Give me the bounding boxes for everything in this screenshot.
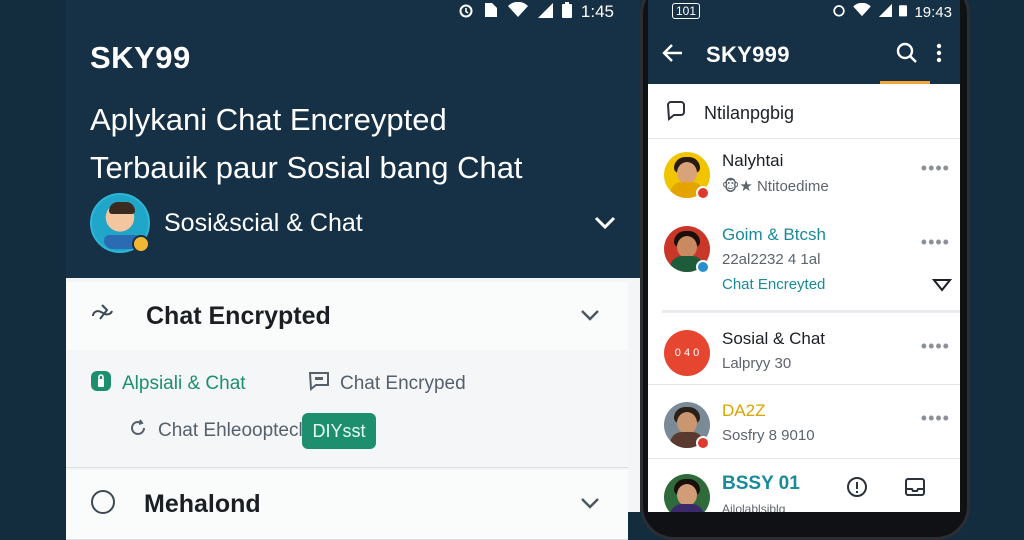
chevron-down-icon[interactable] [580,496,600,514]
account-label: Sosi&scial & Chat [164,208,363,237]
phone-status-bar: 101 19:43 [648,0,960,26]
more-horiz-icon[interactable]: •••• [921,336,950,357]
phone-screen: 101 19:43 SKY999 Ntilanpgbig Nalyhtai 🐵★… [648,0,960,512]
more-vert-icon[interactable] [936,43,942,68]
option-chat-encrypted[interactable]: Chat Encryped [308,370,466,398]
filter-row[interactable]: Ntilanpgbig [648,88,960,138]
shield-icon [90,370,112,398]
subtitle-line-2: Terbauik paur Sosial bang Chat [90,150,523,185]
refresh-icon [128,418,148,444]
alarm-icon [832,3,846,21]
avatar-label: 0 4 0 [674,347,700,359]
chat-list-item[interactable]: Nalyhtai 🐵★ Ntitoedime •••• [648,144,960,218]
app-title: SKY99 [90,40,191,75]
chevron-down-icon[interactable] [580,308,600,326]
toolbar-title: SKY999 [706,42,790,67]
more-horiz-icon[interactable]: •••• [921,408,950,429]
avatar [664,474,710,512]
message-icon [308,370,330,398]
header: SKY99 Aplykani Chat Encreypted Terbauik … [90,40,610,192]
chat-date: 22al2232 4 1al [722,251,821,268]
status-time: 1:45 [580,2,614,21]
subtitle: Aplykani Chat Encreypted Terbauik paur S… [90,96,610,192]
section-label: Chat Encrypted [146,302,331,330]
tab-indicator [880,81,930,84]
option-label: Chat Ehleooptecl [158,420,303,441]
status-left: 101 [672,3,701,19]
chat-list-item[interactable]: BSSY 01 Ailolablsiblg [648,466,960,512]
chat-name: Nalyhtai [722,151,784,170]
chat-preview: Sosfry 8 9010 [722,427,815,444]
chat-list-item[interactable]: DA2Z Sosfry 8 9010 •••• [648,394,960,468]
back-arrow-icon[interactable] [662,43,684,68]
filter-label: Ntilanpgbig [704,102,795,123]
inbox-icon[interactable] [904,476,926,503]
status-dot [696,260,710,274]
option-label: Alpsiali & Chat [122,373,246,394]
file-icon [483,2,499,23]
account-selector[interactable]: Sosi&scial & Chat [90,192,616,254]
avatar: 0 4 0 [664,330,710,376]
chat-name: Sosial & Chat [722,329,825,348]
option-social-chat[interactable]: Alpsiali & Chat [90,370,246,398]
chat-name: Goim & Btcsh [722,225,826,244]
options-panel: Alpsiali & Chat Chat Encryped Chat Ehleo… [66,350,628,468]
settings-body: Chat Encrypted Alpsiali & Chat Chat Encr… [66,278,640,540]
chat-list-item[interactable]: Goim & Btcsh 22al2232 4 1al Chat Encreyt… [648,218,960,308]
section-chat-encrypted[interactable]: Chat Encrypted [66,282,628,352]
wifi-icon [853,2,872,21]
phone-toolbar: SKY999 [648,26,960,84]
signal-icon [537,2,553,23]
chat-name: BSSY 01 [722,473,800,494]
chat-tag: Chat Encreyted [722,276,826,293]
section-label: Mehalond [144,490,261,518]
chevron-down-icon[interactable] [594,216,616,230]
option-chat-other[interactable]: Chat Ehleooptecl [128,418,303,444]
chat-icon [666,100,686,126]
divider [648,384,960,385]
option-label: Chat Encryped [340,373,466,394]
chat-preview: Ailolablsiblg [722,502,786,512]
section-mehalond[interactable]: Mehalond [66,470,628,540]
status-dot [696,186,710,200]
alarm-icon [458,2,474,23]
battery-icon [899,3,908,21]
divider [648,458,960,459]
more-horiz-icon[interactable]: •••• [921,158,950,179]
action-chip[interactable]: DIYsst [302,413,376,449]
dropdown-triangle-icon[interactable] [931,278,953,297]
search-icon[interactable] [896,42,918,69]
more-horiz-icon[interactable]: •••• [921,232,950,253]
divider [648,138,960,139]
chat-name: DA2Z [722,401,766,420]
avatar [90,193,150,253]
left-panel: 1:45 SKY99 Aplykani Chat Encreypted Terb… [66,0,640,540]
status-badge [132,235,150,253]
battery-icon [561,1,572,23]
status-bar: 1:45 [458,1,614,23]
info-icon[interactable] [846,476,868,503]
signal-icon [878,3,893,21]
circle-icon [90,489,116,520]
status-time: 19:43 [914,3,952,21]
status-dot [696,436,710,450]
chat-preview: 🐵★ Ntitoedime [722,178,829,195]
subtitle-line-1: Aplykani Chat Encreypted [90,102,447,137]
chat-preview: Lalpryy 30 [722,355,792,372]
wifi-icon [507,1,528,23]
divider [662,310,960,313]
link-icon [90,302,118,331]
